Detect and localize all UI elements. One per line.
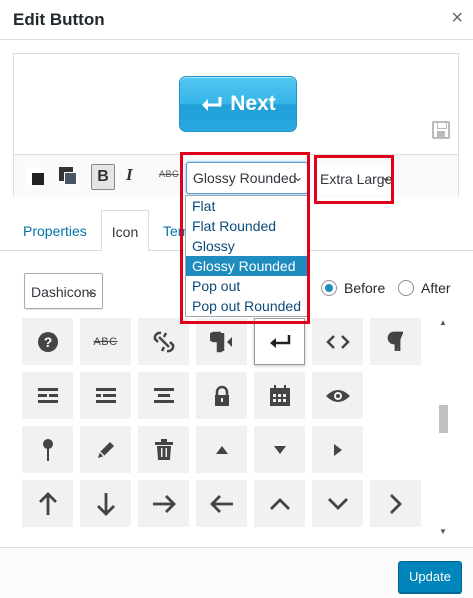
- save-icon[interactable]: [432, 121, 450, 139]
- highlight-box-style: [180, 152, 310, 324]
- preview-button-label: Next: [230, 92, 276, 115]
- close-icon[interactable]: ×: [451, 8, 463, 28]
- scroll-down-icon[interactable]: ▼: [439, 527, 447, 536]
- return-arrow-icon: [202, 97, 222, 111]
- arrow-right-alt-icon[interactable]: [138, 480, 189, 527]
- unlink-icon[interactable]: [138, 318, 189, 365]
- help-icon[interactable]: ?: [22, 318, 73, 365]
- icon-set-select[interactable]: Dashicons ⌄: [24, 273, 103, 309]
- scroll-up-icon[interactable]: ▲: [439, 318, 447, 327]
- chevron-down-icon[interactable]: [312, 480, 363, 527]
- arrow-right-icon[interactable]: [312, 426, 363, 473]
- arrow-down-alt-icon[interactable]: [80, 480, 131, 527]
- radio-after[interactable]: [398, 280, 414, 296]
- trash-icon[interactable]: [138, 426, 189, 473]
- italic-button[interactable]: I: [126, 165, 133, 185]
- code-icon[interactable]: [312, 318, 363, 365]
- align-right-icon[interactable]: [80, 372, 131, 419]
- scrollbar-thumb[interactable]: [439, 405, 448, 433]
- bold-button[interactable]: B: [91, 164, 115, 190]
- paragraph-rtl-icon[interactable]: [196, 318, 247, 365]
- icon-grid: ? ABC: [22, 318, 451, 527]
- preview-button[interactable]: Next: [179, 76, 297, 132]
- strikethrough-button[interactable]: ABC: [159, 169, 179, 189]
- dialog-footer: Update: [0, 547, 473, 598]
- background-color-icon[interactable]: [59, 167, 77, 185]
- arrow-down-icon[interactable]: [254, 426, 305, 473]
- highlight-box-size: [314, 155, 394, 204]
- arrow-up-alt-icon[interactable]: [22, 480, 73, 527]
- update-button[interactable]: Update: [398, 561, 462, 593]
- edit-button-dialog: Edit Button × Next B I ABC Glossy Rounde…: [0, 0, 473, 598]
- calendar-icon[interactable]: [254, 372, 305, 419]
- icon-grid-viewport: ? ABC: [22, 318, 451, 539]
- strikethrough-icon[interactable]: ABC: [80, 318, 131, 365]
- chevron-up-icon[interactable]: [254, 480, 305, 527]
- return-icon[interactable]: [254, 318, 305, 365]
- paragraph-icon[interactable]: [370, 318, 421, 365]
- location-icon[interactable]: [22, 426, 73, 473]
- arrow-up-icon[interactable]: [196, 426, 247, 473]
- svg-text:?: ?: [43, 334, 52, 350]
- tab-properties[interactable]: Properties: [23, 223, 87, 239]
- icon-grid-scrollbar[interactable]: ▲ ▼: [437, 318, 451, 536]
- icon-position-after[interactable]: After: [398, 280, 451, 296]
- icon-position-before[interactable]: Before: [321, 280, 385, 296]
- radio-before-label: Before: [344, 280, 386, 296]
- radio-after-label: After: [421, 280, 451, 296]
- visibility-icon[interactable]: [312, 372, 363, 419]
- chevron-right-icon[interactable]: [370, 480, 421, 527]
- tab-icon[interactable]: Icon: [101, 210, 149, 252]
- radio-before[interactable]: [321, 280, 337, 296]
- text-color-icon[interactable]: [26, 167, 44, 185]
- align-left-icon[interactable]: [22, 372, 73, 419]
- lock-icon[interactable]: [196, 372, 247, 419]
- arrow-left-alt-icon[interactable]: [196, 480, 247, 527]
- dialog-header: Edit Button ×: [0, 0, 473, 40]
- edit-icon[interactable]: [80, 426, 131, 473]
- dialog-title: Edit Button: [13, 10, 105, 29]
- align-center-icon[interactable]: [138, 372, 189, 419]
- chevron-down-icon: ⌄: [85, 284, 96, 298]
